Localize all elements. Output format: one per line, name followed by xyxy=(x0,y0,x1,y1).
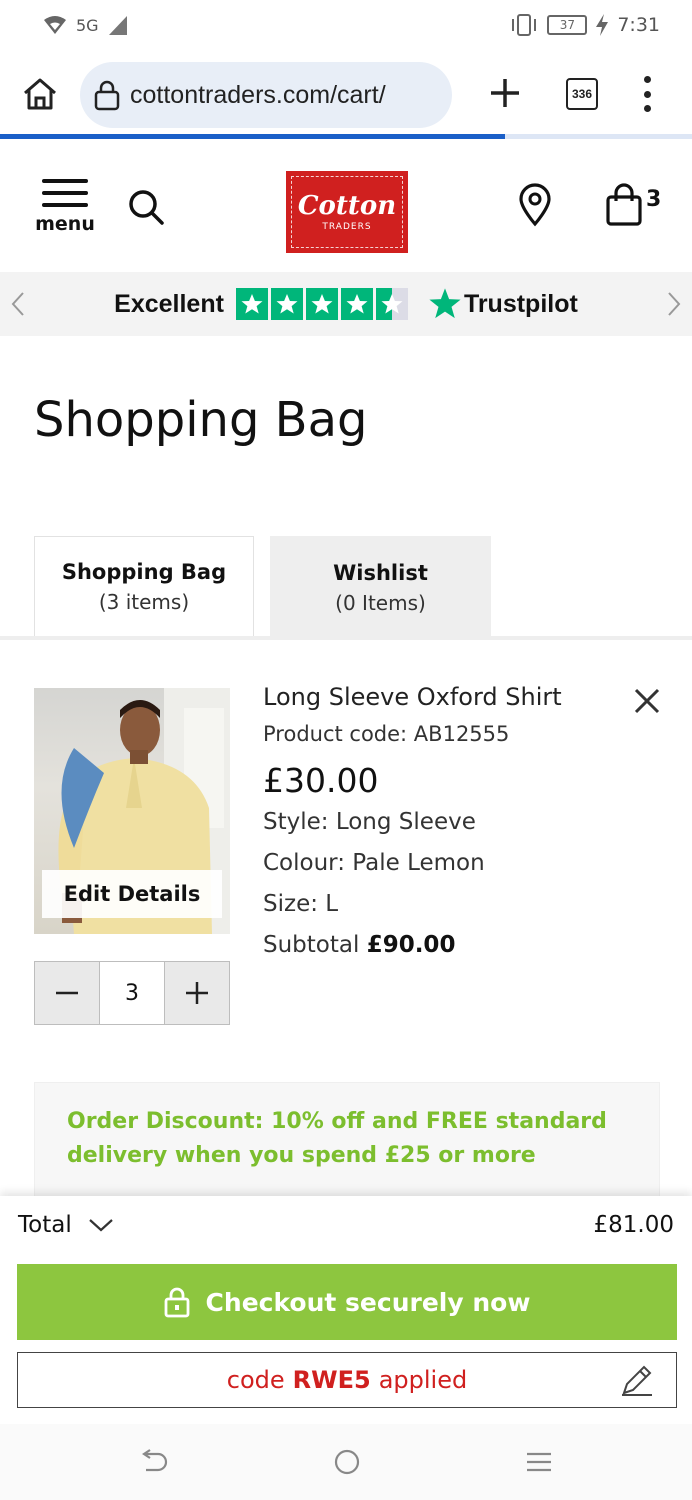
half-star-icon xyxy=(375,288,408,320)
new-tab-icon[interactable] xyxy=(488,76,522,110)
promo-code: RWE5 xyxy=(292,1366,371,1394)
product-code: Product code: AB12555 xyxy=(263,722,510,746)
order-discount-banner: Order Discount: 10% off and FREE standar… xyxy=(34,1082,660,1198)
clock: 7:31 xyxy=(617,14,660,36)
product-details: Long Sleeve Oxford Shirt Product code: A… xyxy=(263,680,593,966)
chevron-left-icon[interactable] xyxy=(8,290,28,318)
quantity-value[interactable]: 3 xyxy=(99,962,165,1024)
total-value: £81.00 xyxy=(593,1212,674,1238)
search-icon[interactable] xyxy=(126,187,166,227)
trustpilot-star-icon xyxy=(429,288,461,319)
product-style: Style: Long Sleeve xyxy=(263,809,476,835)
total-label: Total xyxy=(18,1212,72,1238)
logo-border xyxy=(291,176,403,248)
subtotal-value: £90.00 xyxy=(366,932,456,958)
tab-label: Wishlist xyxy=(333,561,428,585)
url-text: cottontraders.com/cart/ xyxy=(130,80,386,109)
bag-count-badge: 3 xyxy=(646,187,662,212)
remove-item-close-icon[interactable] xyxy=(630,684,664,718)
rating-text: Excellent xyxy=(114,289,224,318)
total-toggle[interactable]: Total xyxy=(18,1212,114,1238)
star-rating xyxy=(235,288,408,320)
tab-count: (0 Items) xyxy=(335,591,426,615)
code-prefix: code xyxy=(226,1366,285,1394)
star-icon xyxy=(270,288,303,320)
code-suffix: applied xyxy=(378,1366,468,1394)
edit-details-button[interactable]: Edit Details xyxy=(42,870,222,918)
more-options-icon[interactable] xyxy=(636,76,658,112)
battery-indicator: 37 xyxy=(547,15,588,35)
decrease-quantity-button[interactable] xyxy=(35,962,99,1024)
network-type: 5G xyxy=(76,15,99,35)
home-circle-icon[interactable] xyxy=(331,1446,363,1478)
tab-count: (3 items) xyxy=(98,589,190,614)
chevron-down-icon xyxy=(88,1219,113,1232)
tab-switcher-button[interactable]: 336 xyxy=(566,78,598,110)
product-price: £30.00 xyxy=(263,761,379,800)
trustpilot-rating[interactable]: Excellent Trustpilot xyxy=(114,287,578,321)
vibrate-icon xyxy=(512,14,537,36)
star-icon xyxy=(340,288,373,320)
product-size: Size: L xyxy=(263,891,339,917)
padlock-icon xyxy=(164,1287,189,1318)
tab-shopping-bag[interactable]: Shopping Bag (3 items) xyxy=(34,536,254,640)
tab-divider xyxy=(0,636,692,640)
bag-button[interactable]: 3 xyxy=(604,183,670,227)
signal-icon xyxy=(108,16,127,35)
plus-icon xyxy=(186,982,208,1004)
system-nav-bar xyxy=(0,1424,692,1500)
increase-quantity-button[interactable] xyxy=(165,962,229,1024)
menu-button[interactable]: menu xyxy=(34,179,96,235)
browser-toolbar: cottontraders.com/cart/ 336 xyxy=(0,58,692,134)
trustpilot-label: Trustpilot xyxy=(463,289,578,318)
pencil-edit-icon[interactable] xyxy=(620,1363,654,1397)
cotton-traders-logo[interactable]: Cotton TRADERS xyxy=(286,171,408,253)
trustpilot-logo: Trustpilot xyxy=(428,287,578,321)
product-colour: Colour: Pale Lemon xyxy=(263,850,485,876)
wifi-icon xyxy=(44,16,66,34)
home-icon[interactable] xyxy=(20,74,60,114)
status-right: 37 7:31 xyxy=(509,13,660,37)
charging-icon xyxy=(596,14,609,36)
lock-icon xyxy=(94,80,120,111)
checkout-panel: Total £81.00 Checkout securely now code … xyxy=(0,1196,692,1424)
checkout-button[interactable]: Checkout securely now xyxy=(17,1264,677,1340)
product-image[interactable]: Edit Details xyxy=(34,688,230,934)
trustpilot-banner: Excellent Trustpilot xyxy=(0,272,692,336)
recent-apps-icon[interactable] xyxy=(523,1446,555,1478)
product-subtotal: Subtotal £90.00 xyxy=(263,925,593,966)
page-title: Shopping Bag xyxy=(34,392,368,448)
status-left: 5G xyxy=(42,14,129,36)
checkout-label: Checkout securely now xyxy=(205,1287,531,1317)
store-locator-icon[interactable] xyxy=(514,183,556,227)
subtotal-label: Subtotal xyxy=(263,932,360,958)
hamburger-icon xyxy=(34,179,96,207)
menu-label: menu xyxy=(35,213,95,235)
minus-icon xyxy=(56,991,78,995)
tab-wishlist[interactable]: Wishlist (0 Items) xyxy=(270,536,491,640)
tab-label: Shopping Bag xyxy=(61,559,227,584)
product-name[interactable]: Long Sleeve Oxford Shirt xyxy=(263,680,593,714)
star-icon xyxy=(305,288,338,320)
status-bar: 5G 37 7:31 xyxy=(0,0,692,50)
chevron-right-icon[interactable] xyxy=(664,290,684,318)
discount-text: Order Discount: 10% off and FREE standar… xyxy=(67,1109,607,1168)
address-bar[interactable]: cottontraders.com/cart/ xyxy=(80,62,452,128)
promo-code-applied[interactable]: code RWE5 applied xyxy=(17,1352,677,1408)
star-icon xyxy=(235,288,268,320)
quantity-stepper: 3 xyxy=(34,961,230,1025)
shopping-bag-icon xyxy=(606,183,642,226)
back-icon[interactable] xyxy=(138,1446,170,1478)
site-header: menu Cotton TRADERS 3 xyxy=(0,139,692,271)
